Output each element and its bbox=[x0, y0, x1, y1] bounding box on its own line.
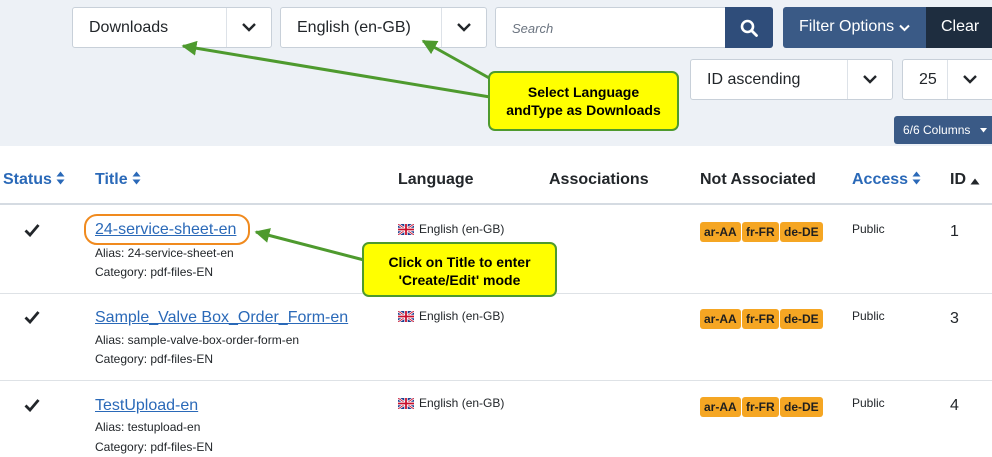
callout-language: Select Language andType as Downloads bbox=[488, 71, 679, 131]
callout-title-line: Click on Title to enter bbox=[388, 254, 531, 270]
callout-title-line: 'Create/Edit' mode bbox=[398, 272, 521, 288]
annotation-arrows bbox=[181, 39, 492, 262]
callout-language-line: andType as Downloads bbox=[506, 102, 661, 118]
callout-language-line: Select Language bbox=[527, 84, 640, 100]
callout-title: Click on Title to enter 'Create/Edit' mo… bbox=[362, 242, 557, 297]
